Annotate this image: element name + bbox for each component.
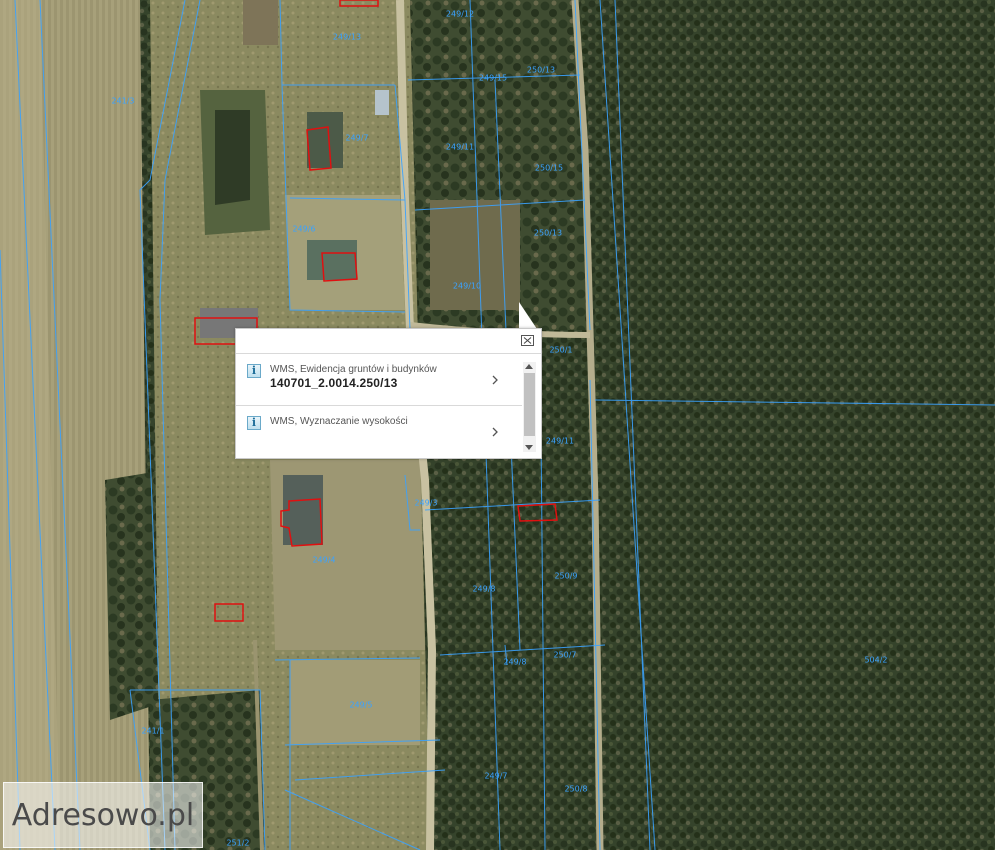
scroll-up-icon[interactable] xyxy=(525,364,533,369)
popup-scrollbar[interactable] xyxy=(523,362,536,452)
parcel-label: 249/12 xyxy=(445,9,475,19)
parcel-label: 249/3 xyxy=(414,498,438,508)
parcel-label: 249/6 xyxy=(292,224,316,234)
parcel-label: 241/3 xyxy=(111,96,135,106)
popup-result-list: i WMS, Ewidencja gruntów i budynków 1407… xyxy=(236,354,522,457)
popup-pointer xyxy=(519,302,537,329)
parcel-label: 241/1 xyxy=(141,726,165,736)
watermark-logo: Adresowo.pl xyxy=(3,782,203,848)
result-item-height[interactable]: i WMS, Wyznaczanie wysokości xyxy=(236,405,522,456)
chevron-right-icon[interactable] xyxy=(490,426,500,438)
parcel-label: 249/11 xyxy=(445,142,475,152)
parcel-label: 250/1 xyxy=(549,345,573,355)
result-parcel-id: 140701_2.0014.250/13 xyxy=(270,376,398,390)
parcel-label: 250/13 xyxy=(533,228,563,238)
parcel-label: 249/5 xyxy=(349,700,373,710)
info-icon: i xyxy=(247,364,261,378)
scroll-down-icon[interactable] xyxy=(525,445,533,450)
parcel-label: 249/8 xyxy=(503,657,527,667)
feature-info-popup: i WMS, Ewidencja gruntów i budynków 1407… xyxy=(235,328,542,459)
chevron-right-icon[interactable] xyxy=(490,374,500,386)
parcel-label: 249/7 xyxy=(484,771,508,781)
parcel-label: 249/10 xyxy=(452,281,482,291)
parcel-label: 249/7 xyxy=(345,133,369,143)
close-button[interactable] xyxy=(521,335,534,346)
parcel-label: 250/8 xyxy=(564,784,588,794)
parcel-label: 249/15 xyxy=(478,73,508,83)
parcel-label: 249/13 xyxy=(332,32,362,42)
info-icon: i xyxy=(247,416,261,430)
parcel-label: 250/9 xyxy=(554,571,578,581)
parcel-label: 504/2 xyxy=(864,655,888,665)
parcel-label: 249/11 xyxy=(545,436,575,446)
parcel-label: 250/7 xyxy=(553,650,577,660)
result-layer-title: WMS, Ewidencja gruntów i budynków xyxy=(270,364,437,375)
parcel-label: 249/4 xyxy=(312,555,336,565)
result-layer-title: WMS, Wyznaczanie wysokości xyxy=(270,416,408,427)
parcel-label: 249/8 xyxy=(472,584,496,594)
close-icon xyxy=(523,337,532,344)
parcel-label: 251/2 xyxy=(226,838,250,848)
scroll-thumb[interactable] xyxy=(524,373,535,436)
parcel-label: 250/13 xyxy=(526,65,556,75)
result-item-egib[interactable]: i WMS, Ewidencja gruntów i budynków 1407… xyxy=(236,354,522,405)
parcel-label: 250/15 xyxy=(534,163,564,173)
